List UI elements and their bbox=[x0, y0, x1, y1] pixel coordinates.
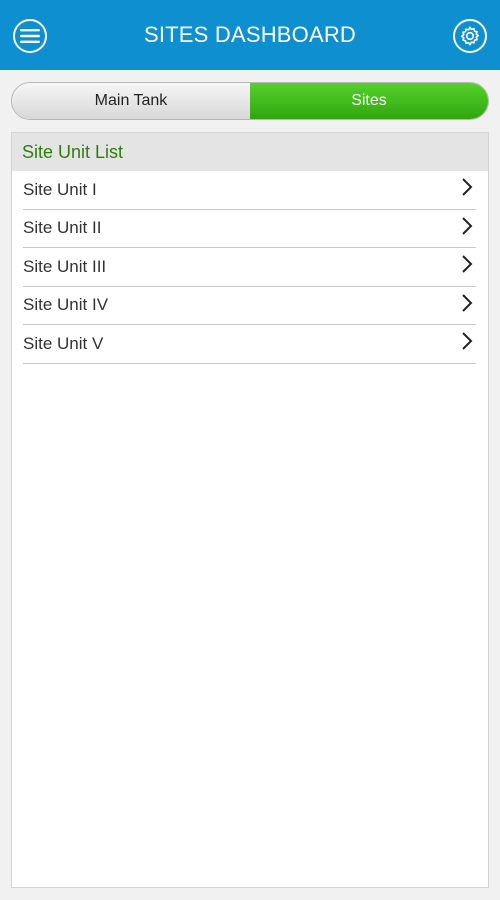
list-item-label: Site Unit I bbox=[23, 179, 97, 199]
panel-header: Site Unit List bbox=[12, 133, 488, 171]
chevron-right-icon bbox=[460, 331, 476, 356]
list-item-label: Site Unit III bbox=[23, 256, 107, 276]
list-item-site-unit-1[interactable]: Site Unit I bbox=[23, 171, 476, 210]
app-header: SITES DASHBOARD bbox=[0, 0, 500, 70]
tab-sites[interactable]: Sites bbox=[250, 83, 488, 119]
list-item-site-unit-2[interactable]: Site Unit II bbox=[23, 210, 476, 248]
settings-button[interactable] bbox=[453, 19, 487, 53]
chevron-right-icon bbox=[460, 177, 476, 202]
list-item-label: Site Unit II bbox=[23, 218, 102, 238]
panel-title: Site Unit List bbox=[22, 141, 124, 162]
site-unit-panel: Site Unit List Site Unit I Site Unit II … bbox=[11, 132, 489, 888]
tab-main-tank[interactable]: Main Tank bbox=[12, 83, 250, 119]
gear-icon bbox=[459, 25, 481, 47]
list-item-label: Site Unit V bbox=[23, 333, 104, 353]
menu-icon bbox=[20, 28, 40, 44]
list-item-label: Site Unit IV bbox=[23, 295, 109, 315]
view-switcher: Main Tank Sites bbox=[11, 82, 489, 120]
chevron-right-icon bbox=[460, 216, 476, 241]
menu-button[interactable] bbox=[13, 19, 47, 53]
chevron-right-icon bbox=[460, 254, 476, 279]
list-item-site-unit-5[interactable]: Site Unit V bbox=[23, 325, 476, 364]
list-item-site-unit-3[interactable]: Site Unit III bbox=[23, 248, 476, 287]
page-title: SITES DASHBOARD bbox=[143, 22, 357, 47]
chevron-right-icon bbox=[460, 293, 476, 318]
list-item-site-unit-4[interactable]: Site Unit IV bbox=[23, 287, 476, 325]
